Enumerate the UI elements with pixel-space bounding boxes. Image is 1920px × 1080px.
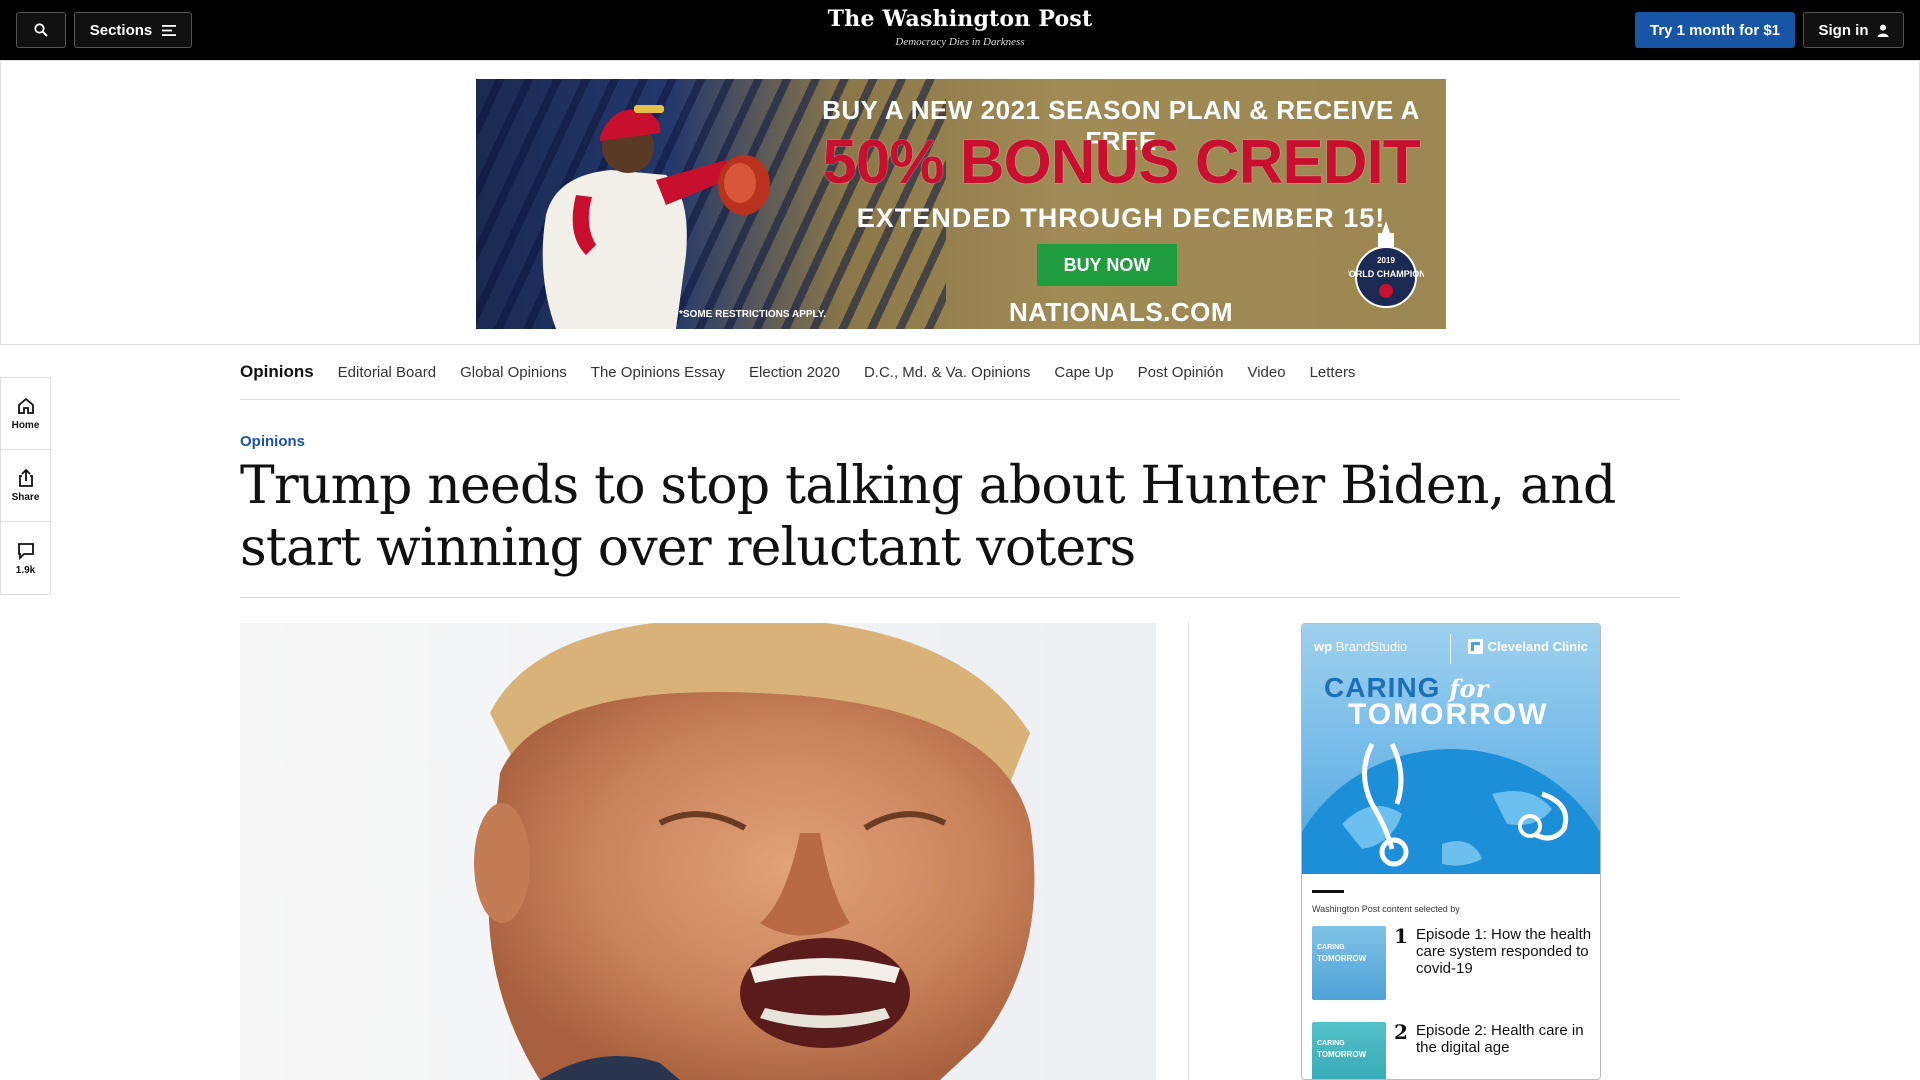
sponsor-item-1[interactable]: CARING TOMORROW 1 Episode 1: How the hea… [1312, 926, 1592, 1000]
brand-title: The Washington Post [827, 6, 1093, 32]
home-rail-label: Home [11, 420, 40, 431]
section-rule [1312, 890, 1344, 893]
share-rail-button[interactable]: Share [1, 450, 50, 522]
signin-label: Sign in [1818, 21, 1869, 39]
subnav-global-opinions[interactable]: Global Opinions [460, 364, 567, 381]
world-champions-badge: 2019 WORLD CHAMPIONS [1348, 221, 1424, 308]
comment-count: 1.9k [15, 564, 36, 576]
nationals-ad[interactable]: *SOME RESTRICTIONS APPLY. BUY A NEW 2021… [476, 79, 1446, 329]
thumb-subtitle: TOMORROW [1317, 954, 1367, 963]
ad-buy-now-button[interactable]: BUY NOW [1037, 244, 1177, 286]
sign-in-button[interactable]: Sign in [1803, 12, 1904, 48]
masthead-bar: Sections The Washington Post Democracy D… [0, 0, 1920, 60]
opinions-subnav: Opinions Editorial Board Global Opinions Th… [240, 345, 1680, 400]
home-icon [17, 397, 34, 414]
globe-stethoscope-illustration [1302, 742, 1600, 874]
item-number: 1 [1394, 924, 1408, 948]
lead-photo-graphic [240, 623, 1156, 1080]
ad-offer: 50% BONUS CREDIT [822, 128, 1420, 197]
subnav-cape-up[interactable]: Cape Up [1054, 364, 1113, 381]
episode-1-thumbnail: CARING TOMORROW [1312, 926, 1386, 1000]
ad-site: NATIONALS.COM [1008, 297, 1234, 327]
ad-container: *SOME RESTRICTIONS APPLY. BUY A NEW 2021… [0, 60, 1920, 345]
item-number: 2 [1394, 1020, 1408, 1044]
search-button[interactable] [16, 12, 66, 48]
try-label: Try 1 month for $1 [1649, 21, 1781, 39]
subnav-editorial-board[interactable]: Editorial Board [338, 364, 436, 381]
logo-divider [1450, 634, 1451, 664]
headline-divider [240, 597, 1680, 598]
share-rail-label: Share [11, 492, 40, 503]
subnav-election-2020[interactable]: Election 2020 [749, 364, 840, 381]
cleveland-clinic-icon [1467, 639, 1483, 654]
menu-icon [162, 24, 177, 36]
badge-text: WORLD CHAMPIONS [1348, 269, 1424, 279]
brandstudio-sponsored-card[interactable]: wp BrandStudio Cleveland Clinic CARING f… [1301, 623, 1601, 1080]
subnav-d-c-md-va-opinions[interactable]: D.C., Md. & Va. Opinions [864, 364, 1030, 381]
ad-restrictions: *SOME RESTRICTIONS APPLY. [679, 309, 827, 320]
subnav-video[interactable]: Video [1247, 364, 1285, 381]
episode-2-thumbnail: CARING TOMORROW [1312, 1022, 1386, 1079]
home-rail-button[interactable]: Home [1, 378, 50, 450]
subnav-post-opini-n[interactable]: Post Opinión [1138, 364, 1224, 381]
thumb-subtitle: TOMORROW [1317, 1050, 1367, 1059]
campaign-subtitle: TOMORROW [1348, 698, 1549, 731]
item-title: Episode 1: How the health care system re… [1416, 926, 1592, 977]
user-icon [1877, 24, 1888, 37]
badge-year: 2019 [1377, 256, 1395, 265]
subscribe-trial-button[interactable]: Try 1 month for $1 [1635, 12, 1795, 48]
article-action-rail: Home Share 1.9k [0, 377, 51, 595]
sections-button[interactable]: Sections [74, 12, 192, 48]
lead-photo [240, 623, 1156, 1080]
thumb-title: CARING [1317, 944, 1345, 951]
subnav-the-opinions-essay[interactable]: The Opinions Essay [591, 364, 725, 381]
article-headline: Trump needs to stop talking about Hunter… [240, 456, 1616, 578]
share-icon [18, 468, 33, 487]
brand-tagline: Democracy Dies in Darkness [895, 36, 1025, 48]
ad-buy-label: BUY NOW [1063, 254, 1151, 275]
subnav-opinions[interactable]: Opinions [240, 362, 314, 382]
item-title: Episode 2: Health care in the digital ag… [1416, 1022, 1584, 1056]
sections-label: Sections [89, 21, 153, 39]
subnav-letters[interactable]: Letters [1310, 364, 1356, 381]
wapo-logo[interactable]: The Washington Post Democracy Dies in Da… [760, 6, 1160, 48]
comments-rail-button[interactable]: 1.9k [1, 522, 50, 594]
baseball-player-image [542, 105, 770, 329]
selected-by-label: Washington Post content selected by [1312, 904, 1460, 914]
brandstudio-logo: wp BrandStudio [1314, 639, 1408, 654]
thumb-title: CARING [1317, 1040, 1345, 1047]
brandstudio-label: BrandStudio [1335, 639, 1408, 654]
comment-icon [17, 542, 34, 560]
partner-name: Cleveland Clinic [1487, 639, 1588, 654]
sponsor-item-2[interactable]: CARING TOMORROW 2 Episode 2: Health care… [1312, 1020, 1592, 1079]
ad-deadline: EXTENDED THROUGH DECEMBER 15! [856, 203, 1386, 233]
search-icon [34, 23, 48, 37]
sponsor-hero: wp BrandStudio Cleveland Clinic CARING f… [1302, 624, 1600, 874]
column-divider [1188, 622, 1189, 1080]
article-kicker[interactable]: Opinions [240, 433, 305, 450]
cleveland-clinic-logo: Cleveland Clinic [1467, 639, 1588, 654]
